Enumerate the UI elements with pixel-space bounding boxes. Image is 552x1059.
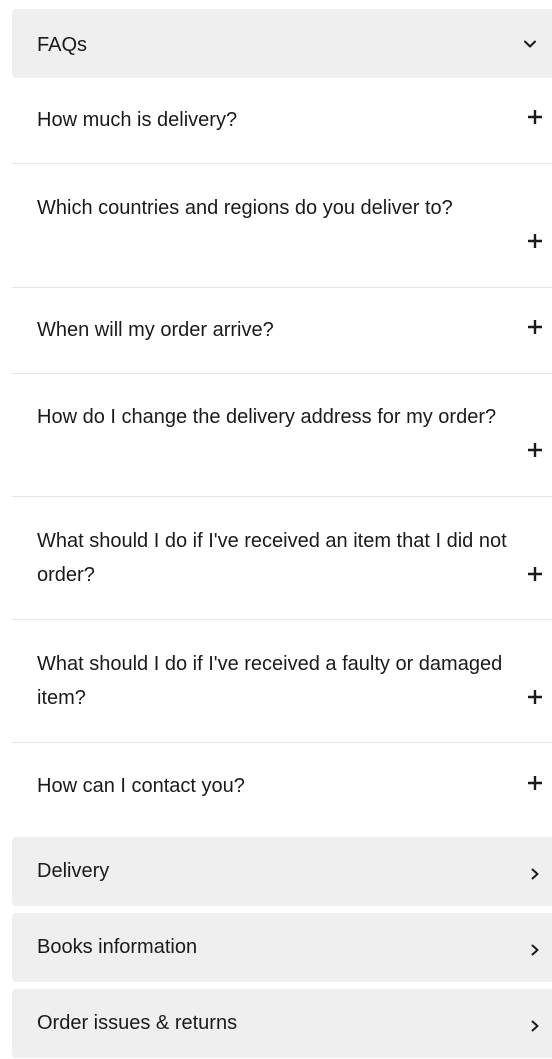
faq-question: Which countries and regions do you deliv…	[37, 197, 453, 219]
faq-item[interactable]: When will my order arrive?	[12, 288, 552, 374]
plus-icon	[528, 110, 542, 124]
plus-icon	[528, 776, 542, 790]
nav-section-delivery[interactable]: Delivery	[12, 837, 552, 906]
faq-item[interactable]: How can I contact you?	[12, 743, 552, 837]
faq-question: What should I do if I've received an ite…	[37, 530, 507, 586]
faq-question: How do I change the delivery address for…	[37, 406, 497, 428]
nav-section-label: Delivery	[37, 860, 110, 882]
chevron-right-icon	[531, 944, 539, 956]
faq-item[interactable]: What should I do if I've received a faul…	[12, 620, 552, 743]
plus-icon	[528, 443, 542, 457]
plus-icon	[528, 690, 542, 704]
faq-item[interactable]: How do I change the delivery address for…	[12, 374, 552, 497]
faq-item[interactable]: How much is delivery?	[12, 78, 552, 164]
faq-question: What should I do if I've received a faul…	[37, 653, 503, 709]
faq-item[interactable]: What should I do if I've received an ite…	[12, 497, 552, 620]
help-panel: FAQs How much is delivery? Which countri…	[12, 9, 552, 1058]
faq-question: When will my order arrive?	[37, 319, 274, 341]
nav-section-label: Order issues & returns	[37, 1012, 238, 1034]
plus-icon	[528, 234, 542, 248]
nav-section-label: Books information	[37, 936, 198, 958]
faq-question: How can I contact you?	[37, 775, 245, 797]
nav-section-books-information[interactable]: Books information	[12, 913, 552, 982]
faq-section-header[interactable]: FAQs	[12, 9, 552, 78]
plus-icon	[528, 567, 542, 581]
faq-list: How much is delivery? Which countries an…	[12, 78, 552, 837]
chevron-down-icon	[524, 40, 536, 48]
chevron-right-icon	[531, 1020, 539, 1032]
plus-icon	[528, 320, 542, 334]
nav-section-order-issues-returns[interactable]: Order issues & returns	[12, 989, 552, 1058]
chevron-right-icon	[531, 868, 539, 880]
faq-section-title: FAQs	[37, 34, 88, 56]
faq-item[interactable]: Which countries and regions do you deliv…	[12, 164, 552, 288]
faq-question: How much is delivery?	[37, 109, 238, 131]
